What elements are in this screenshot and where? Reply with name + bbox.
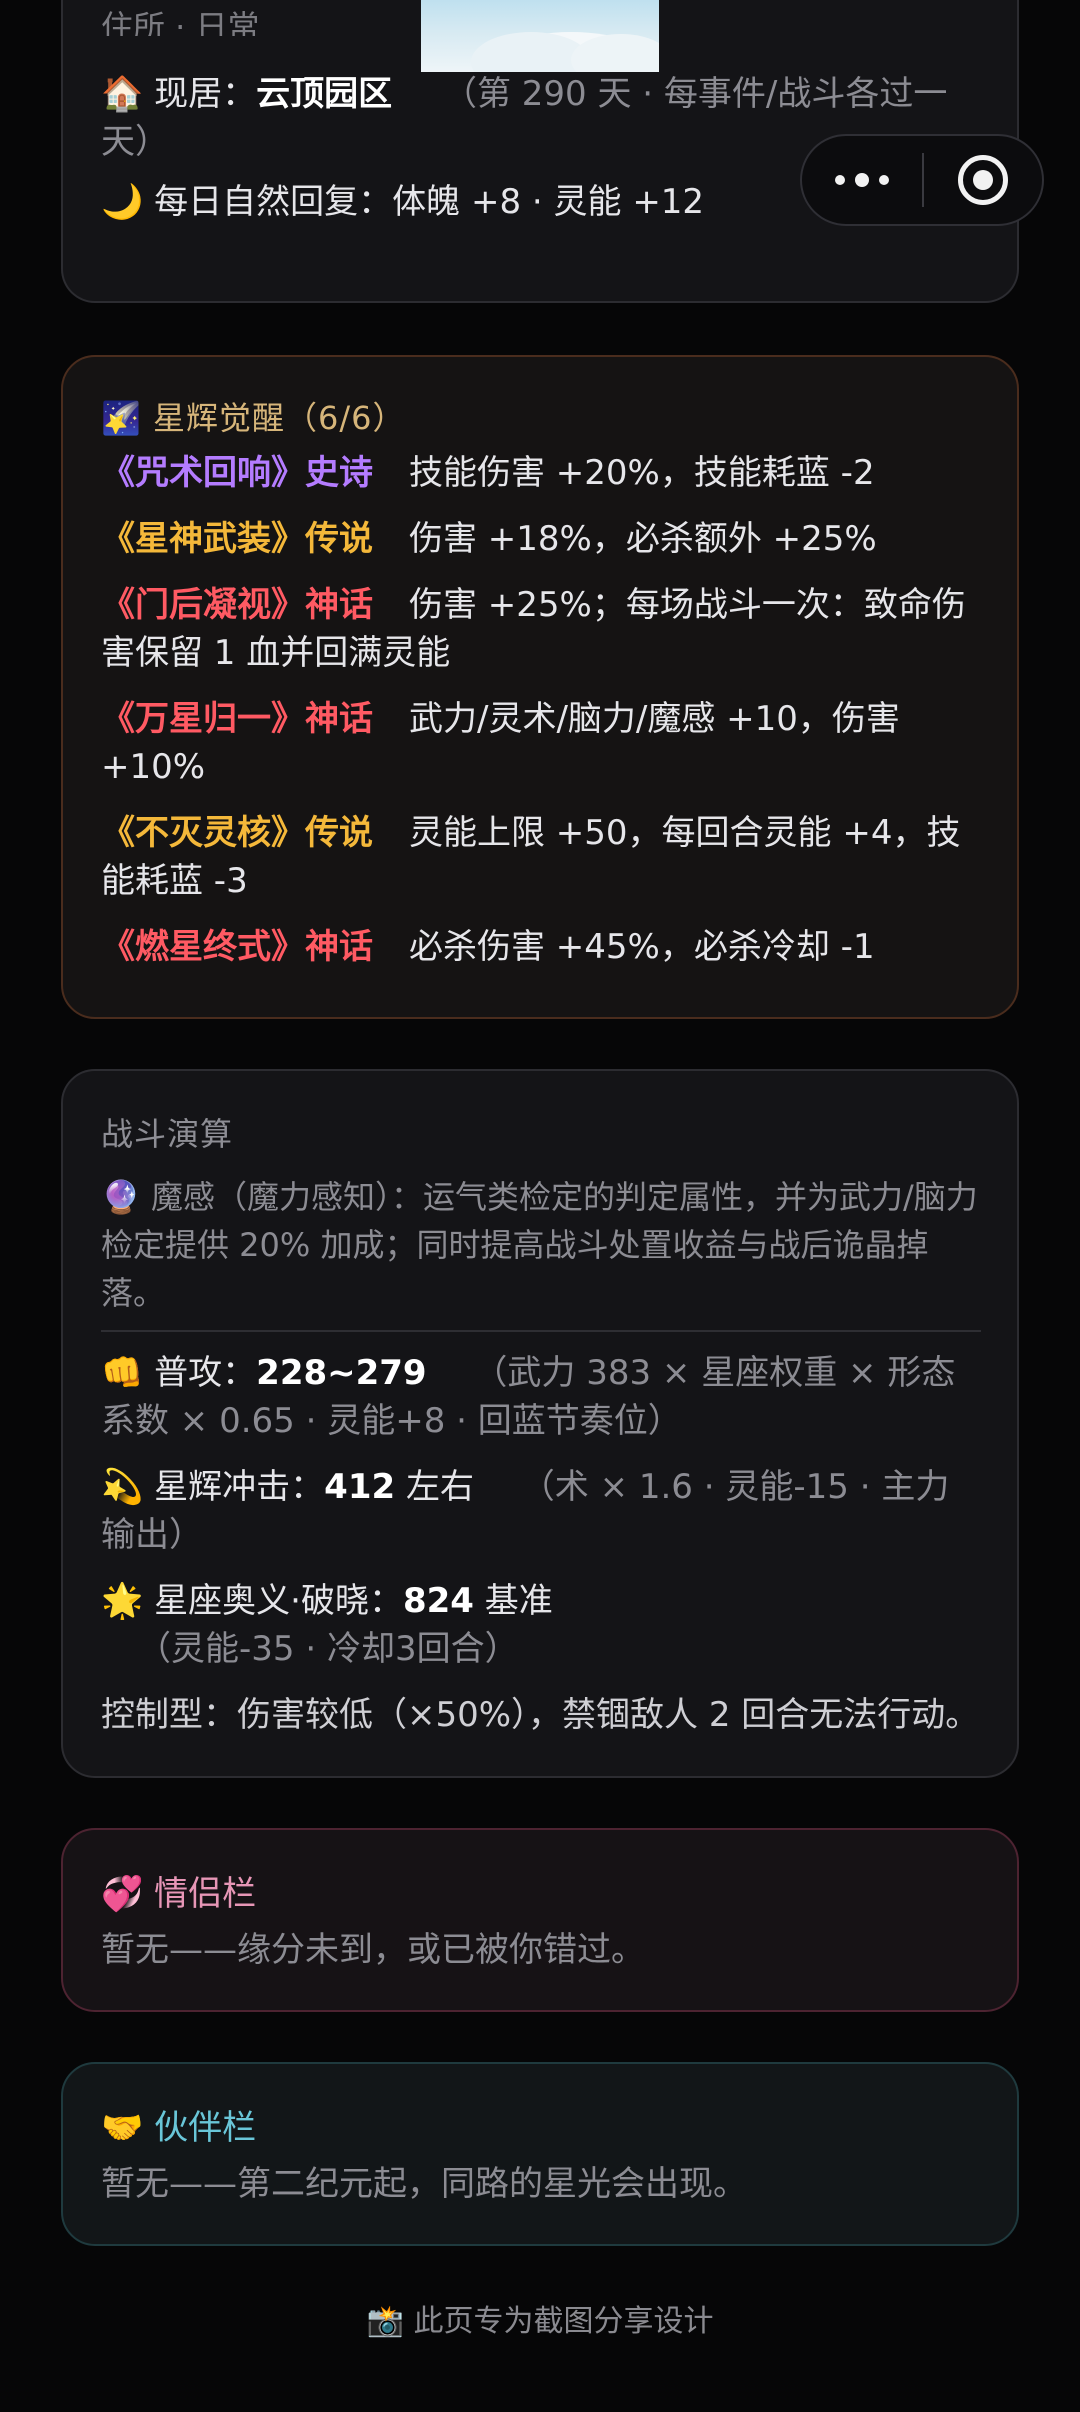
camera-icon: 📸: [366, 2304, 404, 2339]
residence-section-title: 住所 · 日常: [101, 8, 260, 36]
awakening-item: 《万星归一》神话 武力/灵术/脑力/魔感 +10，伤害 +10%: [101, 695, 981, 791]
lovers-title: 💞 情侣栏: [101, 1866, 256, 1915]
more-dot-icon: [835, 175, 845, 185]
awakening-name: 《燃星终式》神话: [101, 927, 373, 967]
awakening-name: 《星神武装》传说: [101, 519, 373, 559]
partner-card: 🤝 伙伴栏 暂无——第二纪元起，同路的星光会出现。: [61, 2062, 1019, 2246]
close-miniprogram-button[interactable]: [924, 155, 1042, 205]
star-impact-label: 星辉冲击：: [154, 1467, 325, 1507]
partner-title: 🤝 伙伴栏: [101, 2100, 256, 2149]
glowing-star-icon: 🌟: [101, 1581, 144, 1621]
skill-list: 👊 普攻：228~279 （武力 383 × 星座权重 × 形态系数 × 0.6…: [101, 1349, 981, 1757]
share-footer: 📸 此页专为截图分享设计: [0, 2296, 1080, 2340]
awakening-name: 《万星归一》神话: [101, 699, 373, 739]
more-dot-icon: [855, 173, 869, 187]
awakening-desc: 必杀伤害 +45%，必杀冷却 -1: [409, 927, 875, 967]
lovers-card: 💞 情侣栏 暂无——缘分未到，或已被你错过。: [61, 1828, 1019, 2012]
star-awakening-title-text: 星辉觉醒（6/6）: [153, 399, 406, 437]
battle-calc-card: 战斗演算 🔮 魔感（魔力感知）：运气类检定的判定属性，并为武力/脑力检定提供 2…: [61, 1069, 1019, 1778]
awakening-desc: 技能伤害 +20%，技能耗蓝 -2: [409, 453, 875, 493]
star-impact-suffix: 左右: [395, 1467, 474, 1507]
divider: [101, 1330, 981, 1332]
share-footer-text: 此页专为截图分享设计: [413, 2304, 714, 2339]
normal-attack-value: 228~279: [256, 1353, 427, 1393]
ultimate-line: 🌟 星座奥义·破晓：824 基准 （灵能-35 · 冷却3回合）: [101, 1577, 981, 1673]
magic-sense-text: 魔感（魔力感知）：运气类检定的判定属性，并为武力/脑力检定提供 20% 加成；同…: [101, 1178, 978, 1312]
daily-recovery-line: 🌙 每日自然回复：体魄 +8 · 灵能 +12: [101, 178, 704, 226]
crystal-ball-icon: 🔮: [101, 1178, 141, 1216]
fist-icon: 👊: [101, 1353, 144, 1393]
ultimate-label: 星座奥义·破晓：: [154, 1581, 403, 1621]
miniprogram-capsule: [800, 134, 1044, 226]
awakening-list: 《咒术回响》史诗 技能伤害 +20%，技能耗蓝 -2 《星神武装》传说 伤害 +18…: [101, 449, 981, 989]
awakening-desc: 伤害 +18%，必杀额外 +25%: [409, 519, 877, 559]
normal-attack-label: 普攻：: [154, 1353, 257, 1393]
header-cloud-image: [421, 0, 659, 72]
star-awakening-title: 🌠 星辉觉醒（6/6）: [101, 393, 406, 439]
awakening-item: 《门后凝视》神话 伤害 +25%；每场战斗一次：致命伤害保留 1 血并回满灵能: [101, 581, 981, 677]
moon-icon: 🌙: [101, 182, 144, 222]
awakening-name: 《不灭灵核》传说: [101, 813, 373, 853]
more-dot-icon: [879, 175, 889, 185]
residence-place: 云顶园区: [256, 74, 393, 114]
partner-empty-text: 暂无——第二纪元起，同路的星光会出现。: [101, 2164, 747, 2204]
awakening-item: 《星神武装》传说 伤害 +18%，必杀额外 +25%: [101, 515, 981, 563]
more-menu-button[interactable]: [802, 136, 922, 224]
awakening-name: 《咒术回响》史诗: [101, 453, 373, 493]
shooting-star-icon: 🌠: [101, 399, 142, 437]
normal-attack-line: 👊 普攻：228~279 （武力 383 × 星座权重 × 形态系数 × 0.6…: [101, 1349, 981, 1445]
star-awakening-card: 🌠 星辉觉醒（6/6） 《咒术回响》史诗 技能伤害 +20%，技能耗蓝 -2 《星…: [61, 355, 1019, 1019]
residence-label: 现居：: [154, 74, 257, 114]
lovers-title-text: 情侣栏: [154, 1874, 257, 1914]
ultimate-note: （灵能-35 · 冷却3回合）: [137, 1629, 519, 1669]
battle-calc-title: 战斗演算: [101, 1115, 234, 1153]
star-impact-value: 412: [324, 1467, 396, 1507]
ultimate-value: 824: [402, 1581, 474, 1621]
home-icon: 🏠: [101, 74, 144, 114]
magic-sense-description: 🔮 魔感（魔力感知）：运气类检定的判定属性，并为武力/脑力检定提供 20% 加成…: [101, 1173, 981, 1317]
awakening-item: 《燃星终式》神话 必杀伤害 +45%，必杀冷却 -1: [101, 923, 981, 971]
star-impact-line: 💫 星辉冲击：412 左右 （术 × 1.6 · 灵能-15 · 主力输出）: [101, 1463, 981, 1559]
awakening-item: 《不灭灵核》传说 灵能上限 +50，每回合灵能 +4，技能耗蓝 -3: [101, 809, 981, 905]
page: 住所 · 日常 🏠 现居：云顶园区 （第 290 天 · 每事件/战斗各过一天）…: [0, 0, 1080, 2412]
handshake-icon: 🤝: [101, 2108, 144, 2148]
daily-recovery-text: 每日自然回复：体魄 +8 · 灵能 +12: [154, 182, 705, 222]
dizzy-star-icon: 💫: [101, 1467, 144, 1507]
control-type-text: 控制型：伤害较低（×50%），禁锢敌人 2 回合无法行动。: [101, 1695, 980, 1735]
target-circle-icon: [958, 155, 1008, 205]
awakening-name: 《门后凝视》神话: [101, 585, 373, 625]
ultimate-suffix: 基准: [473, 1581, 553, 1621]
hearts-icon: 💞: [101, 1874, 144, 1914]
partner-title-text: 伙伴栏: [154, 2108, 257, 2148]
lovers-empty-text: 暂无——缘分未到，或已被你错过。: [101, 1930, 645, 1970]
awakening-item: 《咒术回响》史诗 技能伤害 +20%，技能耗蓝 -2: [101, 449, 981, 497]
